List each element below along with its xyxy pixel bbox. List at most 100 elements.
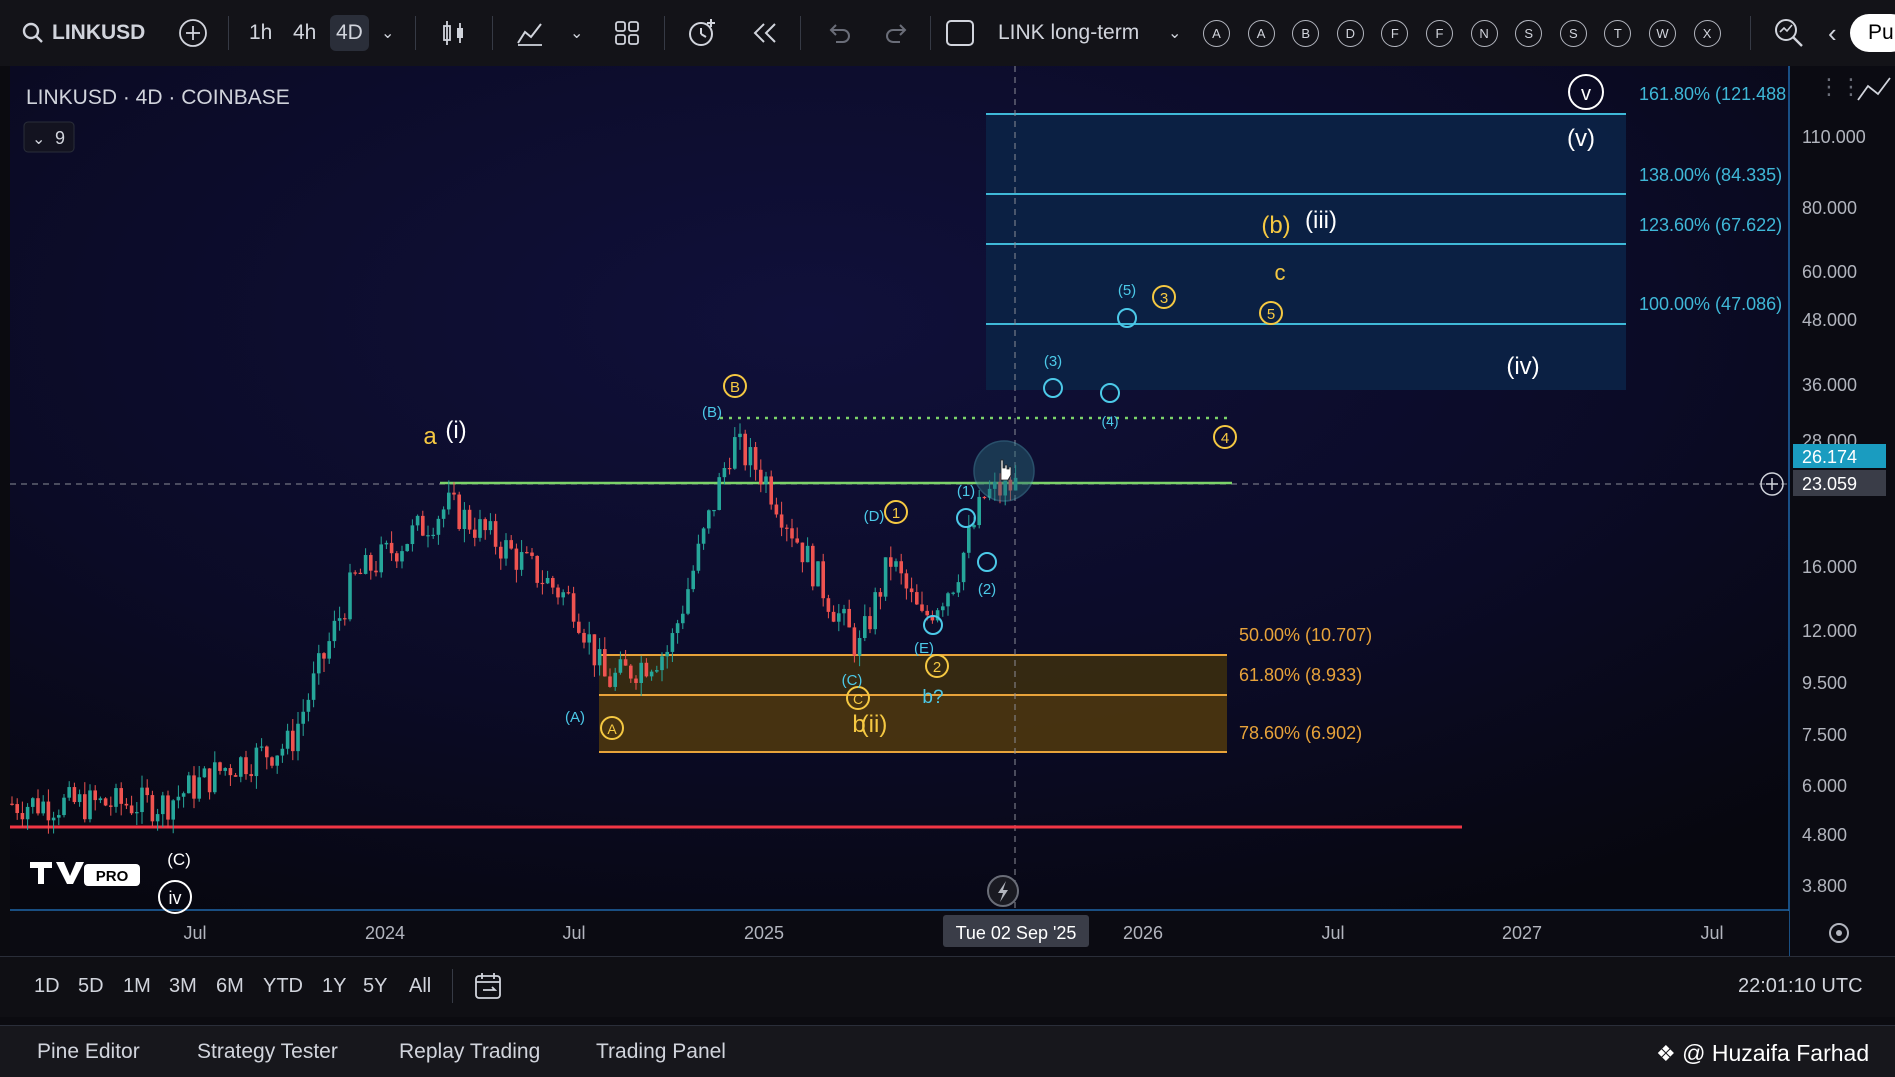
candle-body [904, 573, 909, 589]
tab-replay-trading[interactable]: Replay Trading [399, 1040, 540, 1064]
candle-body [296, 723, 300, 752]
candle-body [831, 611, 836, 622]
alert-letter-d[interactable]: D [1336, 20, 1364, 47]
indicators-dropdown-chevron-icon[interactable]: ⌄ [570, 0, 583, 66]
fib-label-100: 100.00% (47.086) [1639, 294, 1782, 314]
tab-trading-panel[interactable]: Trading Panel [596, 1040, 726, 1064]
collapse-chevron-icon[interactable]: ‹ [1828, 0, 1837, 66]
wave-C-paren: (C) [842, 672, 863, 689]
candle-body [405, 544, 409, 552]
fib-label-123: 123.60% (67.622) [1639, 215, 1782, 235]
candle-body [10, 803, 14, 805]
range-3m[interactable]: 3M [169, 975, 197, 998]
add-symbol-button[interactable] [178, 0, 208, 66]
time-label: Jul [562, 923, 585, 943]
candle-body [842, 608, 846, 614]
layout-checkbox-icon[interactable] [945, 0, 975, 66]
layout-dropdown-chevron-icon[interactable]: ⌄ [1168, 0, 1181, 66]
timeframe-1h[interactable]: 1h [249, 0, 272, 66]
candle-body [821, 561, 825, 599]
alert-letter-s[interactable]: S [1559, 20, 1587, 47]
candle-body [972, 525, 976, 528]
candle-body [62, 797, 66, 816]
chart-area[interactable]: LINKUSD · 4D · COINBASE ⌄ 9 v (v) (b) (i… [0, 66, 1895, 956]
tab-strategy-tester[interactable]: Strategy Tester [197, 1040, 338, 1064]
candle-body [353, 572, 357, 574]
wave-c: c [1275, 260, 1286, 285]
indicators-toggle[interactable]: ⌄ 9 [23, 121, 75, 153]
candle-body [259, 746, 264, 748]
replay-icon[interactable] [750, 0, 780, 66]
alert-letter-a[interactable]: A [1203, 20, 1230, 47]
candle-body [649, 671, 654, 677]
range-1m[interactable]: 1M [123, 975, 151, 998]
candle-body [790, 528, 794, 539]
range-ytd[interactable]: YTD [263, 975, 303, 998]
range-5d[interactable]: 5D [78, 975, 104, 998]
date-range-calendar-icon[interactable] [473, 971, 505, 1007]
candle-body [847, 608, 851, 628]
timeframe-4d[interactable]: 4D [330, 0, 369, 66]
candle-body [920, 604, 924, 611]
indicators-icon[interactable] [515, 0, 545, 66]
zoom-search-icon[interactable] [1773, 0, 1805, 66]
alert-letter-t[interactable]: T [1604, 20, 1632, 47]
candle-body [57, 815, 61, 818]
range-5y[interactable]: 5Y [363, 975, 387, 998]
tab-pine-editor[interactable]: Pine Editor [37, 1040, 140, 1064]
wave-1-circle: 1 [892, 505, 900, 522]
clock-utc[interactable]: 22:01:10 UTC [1738, 975, 1863, 998]
candle-body [956, 582, 961, 593]
fib-extension-zone[interactable] [986, 113, 1626, 390]
range-6m[interactable]: 6M [216, 975, 244, 998]
alert-letter-x[interactable]: X [1693, 20, 1721, 47]
alert-clock-icon[interactable] [686, 0, 718, 66]
alert-letter-f[interactable]: F [1381, 20, 1409, 47]
lightning-event-icon[interactable] [987, 875, 1019, 907]
redo-icon[interactable] [884, 0, 910, 66]
undo-icon[interactable] [826, 0, 852, 66]
indicators-count: 9 [55, 128, 65, 148]
legend-title: LINKUSD · 4D · COINBASE [26, 86, 290, 109]
candle-body [457, 494, 461, 530]
alert-letter-w[interactable]: W [1649, 20, 1676, 47]
publish-button[interactable]: Pu [1850, 14, 1895, 52]
wave-4-circle: 4 [1221, 430, 1229, 447]
range-all[interactable]: All [409, 975, 431, 998]
price-label: 6.000 [1802, 776, 1847, 796]
candle-body [493, 521, 498, 547]
candle-body [187, 775, 191, 794]
candle-body [301, 711, 305, 724]
fib-retracement-zone[interactable] [599, 654, 1227, 753]
wave-bottom-iv: iv [169, 888, 182, 908]
candle-body [83, 794, 87, 820]
fib-label-138: 138.00% (84.335) [1639, 165, 1782, 185]
candle-body [551, 577, 555, 588]
layout-name[interactable]: LINK long-term [998, 0, 1139, 66]
alert-letter-b[interactable]: B [1292, 20, 1320, 47]
layout-grid-icon[interactable] [613, 0, 641, 66]
timeframe-dropdown-chevron-icon[interactable]: ⌄ [381, 0, 394, 66]
candle-body [785, 527, 789, 529]
timeframe-4h[interactable]: 4h [293, 0, 316, 66]
candle-body [899, 561, 903, 574]
alert-letter-a[interactable]: A [1247, 20, 1275, 47]
candle-body [447, 492, 451, 510]
symbol-search[interactable]: LINKUSD [22, 0, 145, 66]
range-1d[interactable]: 1D [34, 975, 60, 998]
candles-icon[interactable] [441, 0, 467, 66]
range-1y[interactable]: 1Y [322, 975, 346, 998]
top-toolbar: LINKUSD 1h 4h 4D ⌄ ⌄ LINK long-term ⌄ AA… [0, 0, 1895, 67]
candle-body [72, 787, 77, 803]
candle-body [46, 801, 51, 821]
alert-letter-s[interactable]: S [1515, 20, 1543, 47]
candle-body [863, 616, 867, 638]
price-label: 12.000 [1802, 621, 1857, 641]
candle-body [452, 492, 456, 495]
alert-letter-f[interactable]: F [1426, 20, 1453, 47]
candle-body [634, 678, 638, 683]
wave-p2: (2) [978, 581, 996, 598]
alert-letter-n[interactable]: N [1470, 20, 1498, 47]
candle-body [748, 447, 753, 466]
candle-body [202, 768, 207, 778]
